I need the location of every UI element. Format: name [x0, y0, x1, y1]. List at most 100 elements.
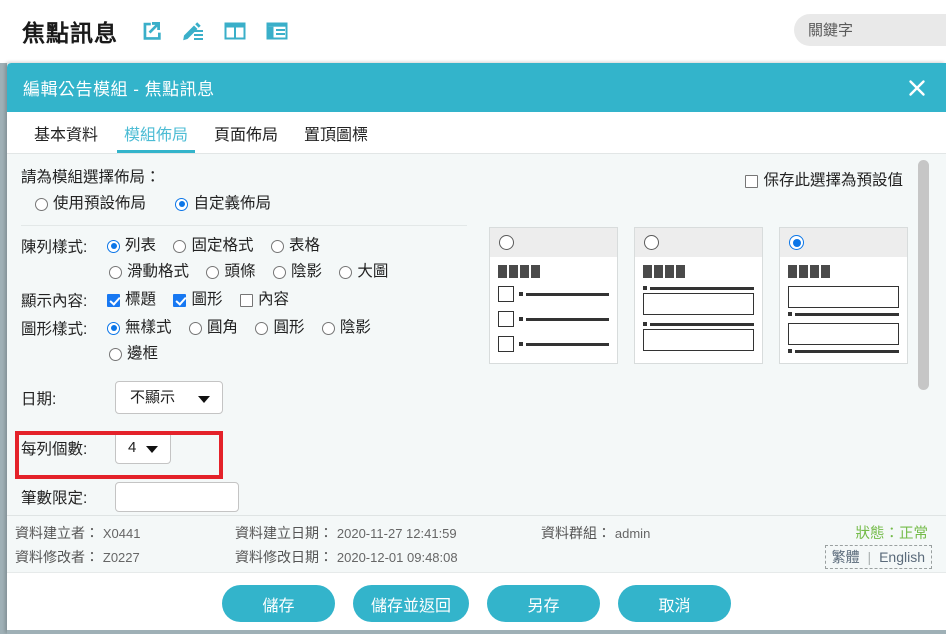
checkbox-label: 內容: [257, 291, 289, 308]
tab-module-layout[interactable]: 模組佈局: [111, 112, 201, 153]
group-value: admin: [614, 526, 651, 541]
display-content-row: 顯示內容: 標題 圖形 內容: [21, 287, 477, 313]
limit-count-input[interactable]: [115, 482, 239, 512]
group-label: 資料群組：: [541, 525, 611, 541]
checkbox-show-content[interactable]: 內容: [239, 287, 289, 313]
limit-count-label: 筆數限定:: [21, 490, 88, 507]
date-row: 日期: 不顯示: [21, 381, 477, 414]
save-button[interactable]: 儲存: [221, 585, 335, 622]
date-select[interactable]: 不顯示: [115, 381, 223, 414]
tab-basic-info[interactable]: 基本資料: [21, 112, 111, 153]
card-header: [635, 228, 762, 257]
display-style-label: 陳列樣式:: [21, 239, 88, 256]
radio-label: 列表: [125, 237, 157, 254]
tab-page-layout[interactable]: 頁面佈局: [201, 112, 291, 153]
radio-label: 自定義佈局: [193, 195, 271, 212]
radio-mark: [35, 197, 48, 211]
save-and-return-button[interactable]: 儲存並返回: [352, 585, 469, 622]
radio-image-none[interactable]: 無樣式: [107, 315, 172, 341]
checkbox-save-as-default[interactable]: 保存此選擇為預設值: [745, 168, 903, 194]
radio-custom-layout[interactable]: 自定義佈局: [175, 191, 271, 217]
dialog-title: 編輯公告模組 - 焦點訊息: [23, 80, 215, 99]
display-content-label: 顯示內容:: [21, 293, 88, 310]
dialog-tabbar: 基本資料 模組佈局 頁面佈局 置頂圖標: [7, 112, 946, 154]
list-layout-icon[interactable]: [266, 20, 288, 42]
radio-use-default-layout[interactable]: 使用預設佈局: [35, 191, 146, 217]
record-metadata: 資料建立者： X0441 資料修改者： Z0227 資料建立日期： 2020-1…: [7, 515, 946, 572]
radio-image-circle[interactable]: 圓形: [255, 315, 304, 341]
radio-mark: [109, 265, 122, 279]
card-line-item: [788, 349, 899, 353]
language-toggle[interactable]: 繁體 | English: [824, 545, 932, 569]
radio-display-headline[interactable]: 頭條: [206, 259, 255, 285]
cancel-button[interactable]: 取消: [618, 585, 731, 622]
per-row-count-select[interactable]: 4: [115, 431, 171, 464]
card-radio-mark[interactable]: [499, 235, 514, 250]
card-radio-mark[interactable]: [644, 235, 659, 250]
radio-image-shadow[interactable]: 陰影: [321, 315, 371, 341]
radio-mark: [206, 265, 220, 279]
card-line-item: [643, 322, 754, 326]
checkbox-mark: [239, 293, 253, 307]
radio-image-rounded[interactable]: 圓角: [188, 315, 238, 341]
card-line-item: [498, 286, 609, 302]
image-style-row: 圖形樣式: 無樣式 圓角 圓形 陰影 邊框: [21, 315, 477, 367]
radio-mark: [109, 347, 122, 361]
card-content-box: [788, 286, 899, 308]
modified-date-label: 資料修改日期：: [235, 549, 333, 565]
card-preview-body: [780, 257, 907, 353]
close-icon[interactable]: [904, 75, 930, 101]
card-block-strip: [643, 265, 754, 278]
card-content-box: [643, 293, 754, 315]
lang-option-en[interactable]: English: [879, 549, 925, 565]
radio-label: 滑動格式: [127, 263, 190, 280]
radio-label: 大圖: [357, 263, 389, 280]
radio-mark: [107, 239, 120, 253]
save-as-button[interactable]: 另存: [487, 585, 600, 622]
table-layout-icon[interactable]: [224, 20, 246, 42]
radio-mark: [173, 239, 187, 253]
page-title: 焦點訊息: [22, 19, 118, 46]
radio-display-table[interactable]: 表格: [270, 233, 320, 259]
edit-pencil-icon[interactable]: [182, 20, 204, 42]
radio-display-fixed[interactable]: 固定格式: [173, 233, 253, 259]
radio-display-slide[interactable]: 滑動格式: [109, 259, 189, 285]
radio-display-list[interactable]: 列表: [107, 233, 156, 259]
checkbox-show-image[interactable]: 圖形: [173, 287, 222, 313]
per-row-count-row: 每列個數: 4: [21, 431, 477, 464]
radio-display-bigimage[interactable]: 大圖: [339, 259, 388, 285]
card-header: [780, 228, 907, 257]
modifier-line: 資料修改者： Z0227: [15, 547, 140, 567]
checkbox-show-title[interactable]: 標題: [107, 287, 156, 313]
edit-module-dialog: 編輯公告模組 - 焦點訊息 基本資料 模組佈局 頁面佈局 置頂圖標 請為模組選擇…: [7, 63, 946, 634]
layout-mode-radio-group: 使用預設佈局 自定義佈局: [35, 191, 477, 217]
checkbox-label: 標題: [125, 291, 157, 308]
card-content-box: [643, 329, 754, 351]
image-style-label: 圖形樣式:: [21, 321, 88, 338]
scrollbar-thumb[interactable]: [918, 160, 929, 390]
per-row-count-label: 每列個數:: [21, 440, 88, 458]
search-input[interactable]: [794, 14, 946, 46]
tab-top-icon[interactable]: 置頂圖標: [291, 112, 381, 153]
external-link-icon[interactable]: [140, 20, 162, 42]
dialog-titlebar: 編輯公告模組 - 焦點訊息: [7, 63, 946, 112]
layout-card-2[interactable]: [634, 227, 763, 364]
radio-label: 邊框: [127, 345, 159, 362]
radio-label: 陰影: [290, 263, 322, 280]
layout-card-1[interactable]: [489, 227, 618, 364]
image-style-radio-group: 無樣式 圓角 圓形 陰影 邊框: [107, 315, 477, 367]
status-badge: 狀態：正常: [855, 526, 929, 542]
display-content-checkbox-group: 標題 圖形 內容: [107, 287, 477, 313]
lang-divider: |: [867, 549, 872, 565]
radio-display-shadow[interactable]: 陰影: [272, 259, 322, 285]
radio-image-border[interactable]: 邊框: [109, 341, 158, 367]
layout-card-3[interactable]: [779, 227, 908, 364]
card-radio-mark[interactable]: [789, 235, 804, 250]
checkbox-mark: [745, 174, 759, 188]
created-date-value: 2020-11-27 12:41:59: [336, 526, 457, 541]
date-label: 日期:: [21, 390, 57, 408]
lang-option-zh[interactable]: 繁體: [832, 549, 860, 565]
radio-mark: [270, 239, 284, 253]
dialog-left-rail: [0, 63, 7, 634]
radio-label: 固定格式: [191, 237, 254, 254]
